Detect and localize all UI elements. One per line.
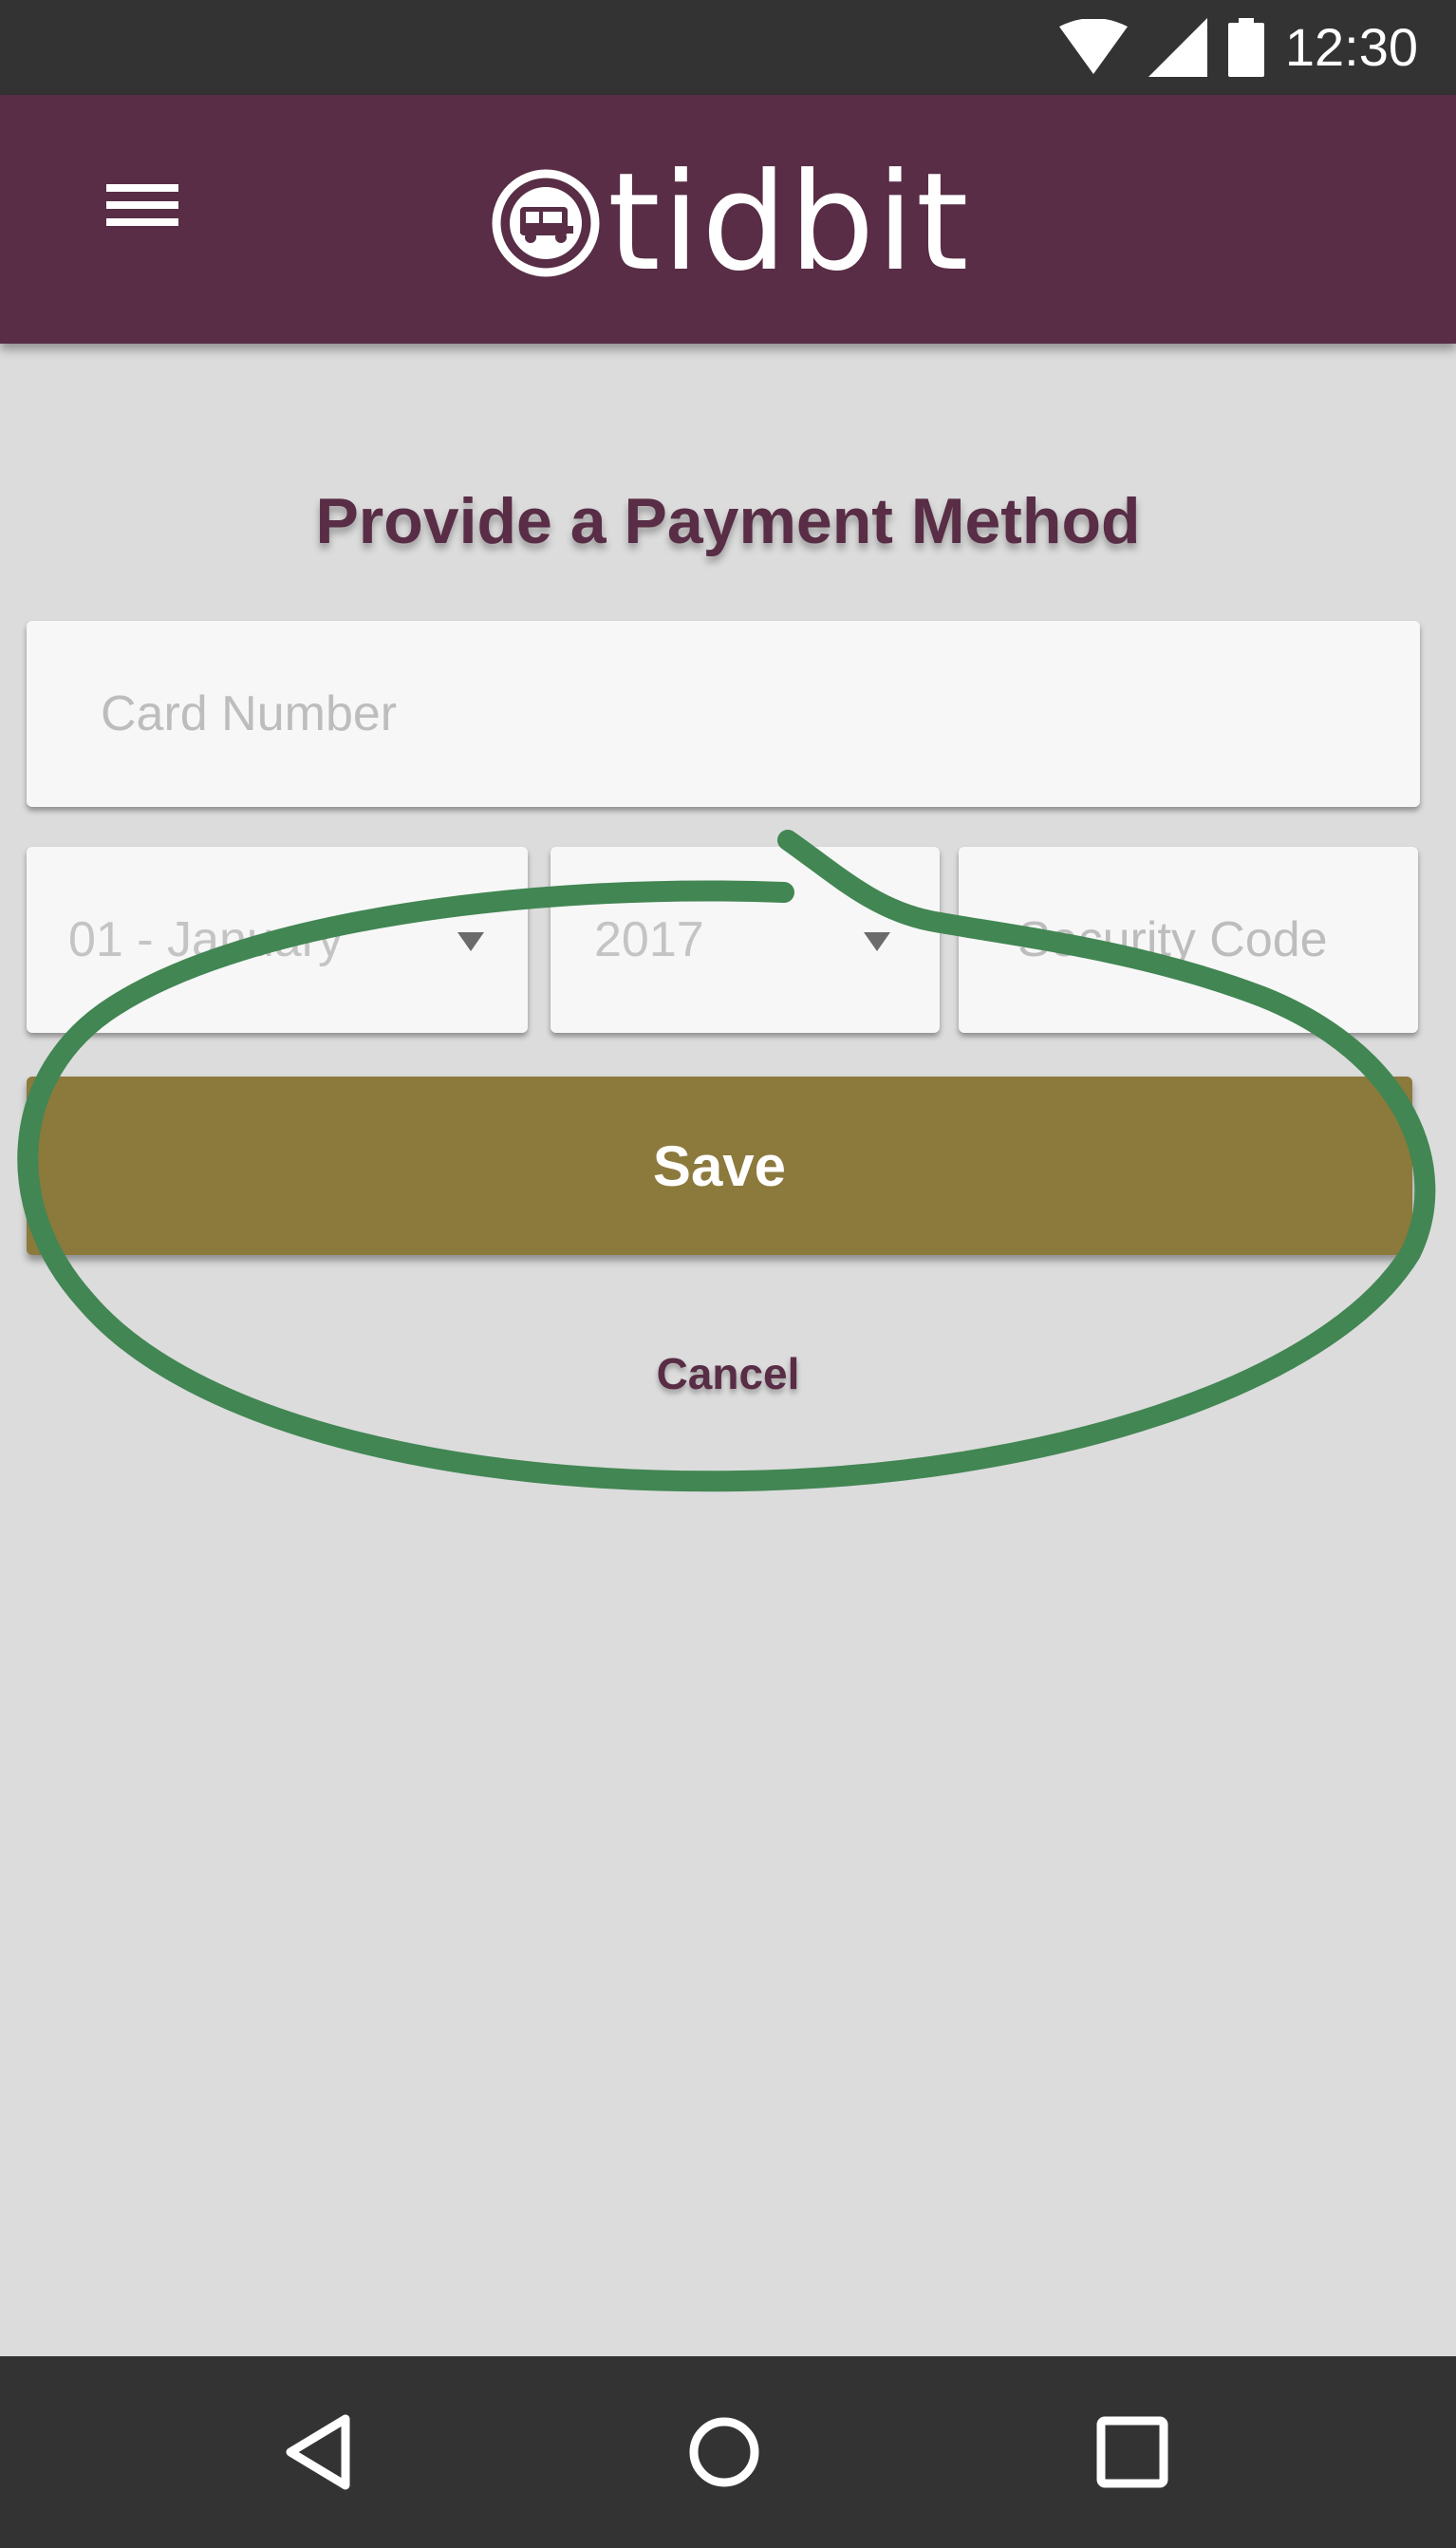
dropdown-arrow-icon	[864, 932, 890, 951]
recents-icon[interactable]	[1090, 2409, 1175, 2495]
year-select-value: 2017	[594, 912, 704, 967]
navigation-bar	[0, 2356, 1456, 2548]
back-icon[interactable]	[277, 2409, 363, 2495]
save-button[interactable]: Save	[27, 1077, 1412, 1255]
cancel-button[interactable]: Cancel	[0, 1348, 1456, 1399]
app-logo: tidbit	[492, 142, 971, 304]
home-icon[interactable]	[681, 2409, 767, 2495]
month-select[interactable]: 01 - January	[27, 847, 528, 1033]
logo-text: tidbit	[607, 144, 971, 301]
annotation-circle	[17, 830, 1436, 1492]
dropdown-arrow-icon	[457, 932, 484, 951]
menu-icon[interactable]	[106, 177, 184, 234]
wifi-icon	[1058, 19, 1128, 74]
truck-logo-icon	[492, 169, 600, 277]
signal-icon	[1148, 18, 1207, 77]
card-number-input[interactable]	[27, 621, 1420, 807]
status-time: 12:30	[1284, 17, 1418, 77]
security-code-input[interactable]	[959, 847, 1418, 1033]
year-select[interactable]: 2017	[551, 847, 940, 1033]
month-select-value: 01 - January	[68, 912, 344, 967]
status-icons: 12:30	[1058, 13, 1418, 82]
status-bar: 12:30	[0, 0, 1456, 95]
battery-icon	[1227, 18, 1264, 77]
app-bar: tidbit	[0, 95, 1456, 344]
card-number-field[interactable]	[27, 621, 1420, 807]
security-code-field[interactable]	[959, 847, 1418, 1033]
page-title: Provide a Payment Method	[315, 485, 1141, 557]
